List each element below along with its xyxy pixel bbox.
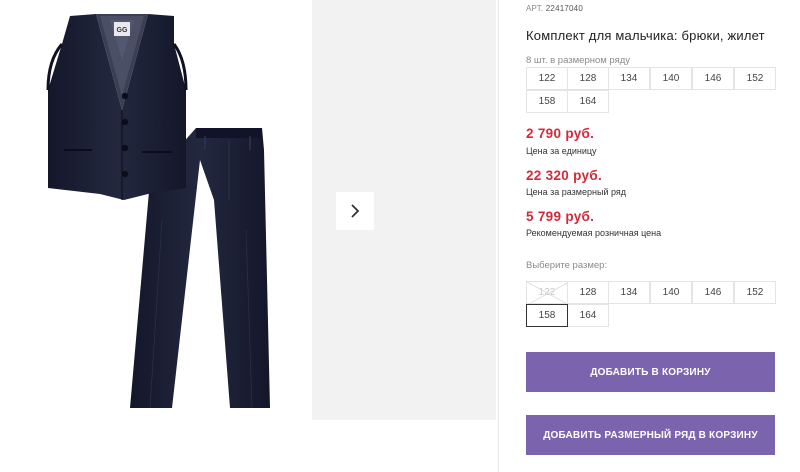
row-price: 22 320 руб. <box>526 168 603 183</box>
row-size-152: 152 <box>734 67 776 90</box>
size-row-caption: 8 шт. в размерном ряду <box>526 55 631 66</box>
row-size-128: 128 <box>567 67 609 90</box>
choose-size-label: Выберите размер: <box>526 260 608 271</box>
size-option-164[interactable]: 164 <box>567 304 609 327</box>
size-option-152[interactable]: 152 <box>734 281 776 304</box>
product-illustration: GG <box>46 14 270 409</box>
panel-divider <box>498 0 499 472</box>
retail-price: 5 799 руб. <box>526 209 595 224</box>
size-option-122: 122 <box>526 281 569 305</box>
row-size-164: 164 <box>567 90 609 113</box>
product-title: Комплект для мальчика: брюки, жилет <box>526 28 765 43</box>
unit-price: 2 790 руб. <box>526 126 595 141</box>
size-option-134[interactable]: 134 <box>608 281 650 304</box>
product-main-image[interactable]: GG <box>0 0 312 420</box>
size-option-158[interactable]: 158 <box>526 304 568 327</box>
unit-price-note: Цена за единицу <box>526 146 597 156</box>
add-size-row-to-cart-button[interactable]: ДОБАВИТЬ РАЗМЕРНЫЙ РЯД В КОРЗИНУ <box>526 415 775 455</box>
gallery-next-button[interactable] <box>336 192 374 230</box>
row-price-note: Цена за размерный ряд <box>526 187 627 197</box>
row-size-122: 122 <box>526 67 568 90</box>
row-size-158: 158 <box>526 90 568 113</box>
row-size-134: 134 <box>608 67 650 90</box>
chevron-right-icon <box>351 204 360 218</box>
size-option-128[interactable]: 128 <box>567 281 609 304</box>
row-size-146: 146 <box>692 67 734 90</box>
article-number: АРТ. 22417040 <box>526 4 583 13</box>
row-size-140: 140 <box>650 67 692 90</box>
add-to-cart-button[interactable]: ДОБАВИТЬ В КОРЗИНУ <box>526 352 775 392</box>
size-option-146[interactable]: 146 <box>692 281 734 304</box>
retail-price-note: Рекомендуемая розничная цена <box>526 228 662 238</box>
brand-tag: GG <box>117 27 128 34</box>
size-option-140[interactable]: 140 <box>650 281 692 304</box>
unavailable-strike-icon <box>527 282 569 305</box>
